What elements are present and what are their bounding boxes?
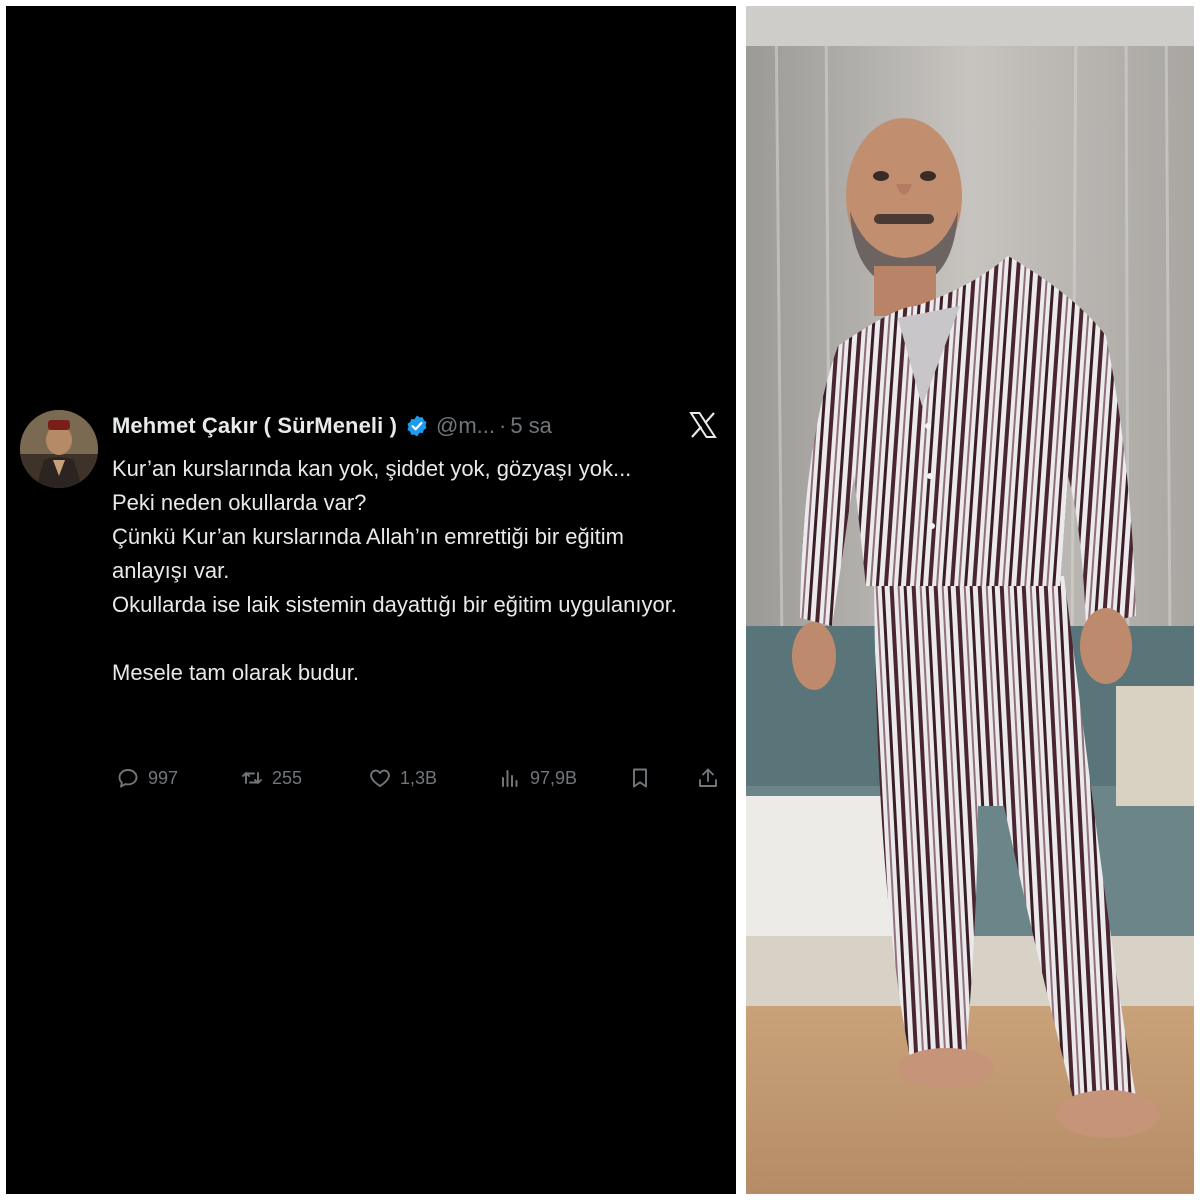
bookmark-button[interactable] xyxy=(628,762,652,794)
reply-button[interactable]: 997 xyxy=(116,762,178,794)
tweet-paragraph: Mesele tam olarak budur. xyxy=(112,660,360,685)
x-logo-icon xyxy=(689,412,717,438)
avatar[interactable] xyxy=(20,410,98,488)
share-button[interactable] xyxy=(696,762,720,794)
user-handle[interactable]: @m... xyxy=(436,413,495,439)
separator-dot: · xyxy=(499,413,507,438)
views-button[interactable]: 97,9B xyxy=(498,762,577,794)
tweet-paragraph: Kur’an kurslarında kan yok, şiddet yok, … xyxy=(112,456,632,481)
tweet-header: Mehmet Çakır ( SürMeneli ) @m... · 5 sa xyxy=(112,408,552,444)
tweet-paragraph: Çünkü Kur’an kurslarında Allah’ın emrett… xyxy=(112,524,624,583)
retweet-count: 255 xyxy=(272,767,303,788)
reply-icon xyxy=(118,769,138,788)
tweet-paragraph: Peki neden okullarda var? xyxy=(112,490,367,515)
retweet-icon xyxy=(242,772,262,784)
tweet-text: Kur’an kurslarında kan yok, şiddet yok, … xyxy=(112,452,692,690)
man-in-striped-pajamas-photo xyxy=(746,6,1194,1194)
bookmark-icon xyxy=(633,768,647,788)
display-name[interactable]: Mehmet Çakır ( SürMeneli ) xyxy=(112,413,397,439)
share-icon xyxy=(699,768,717,787)
tweet-screenshot: Mehmet Çakır ( SürMeneli ) @m... · 5 sa … xyxy=(6,6,736,1194)
verified-badge-icon xyxy=(407,415,427,437)
tweet-action-bar: 997 255 1,3B 97,9B xyxy=(112,762,722,794)
reply-count: 997 xyxy=(148,767,179,788)
like-count: 1,3B xyxy=(400,767,438,788)
like-icon xyxy=(370,769,390,787)
views-icon xyxy=(502,770,518,787)
like-button[interactable]: 1,3B xyxy=(368,762,437,794)
timestamp[interactable]: 5 sa xyxy=(510,413,552,439)
retweet-button[interactable]: 255 xyxy=(240,762,302,794)
tweet-paragraph: Okullarda ise laik sistemin dayattığı bi… xyxy=(112,592,677,617)
views-count: 97,9B xyxy=(530,767,578,788)
